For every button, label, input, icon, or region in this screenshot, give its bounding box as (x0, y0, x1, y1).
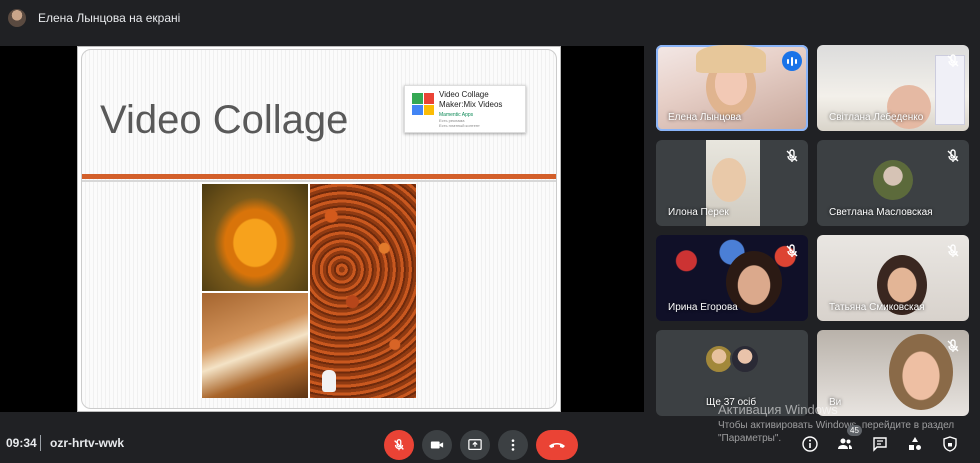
participant-name: Елена Лынцова (668, 112, 742, 123)
participant-tile-ilona[interactable]: Илона Перек (656, 140, 808, 226)
host-controls-button[interactable] (940, 434, 960, 454)
mic-off-icon (394, 439, 404, 451)
participants-count-badge: 45 (847, 425, 862, 436)
meeting-details-button[interactable] (800, 434, 820, 454)
participant-tile-svetlana-m[interactable]: Светлана Масловская (817, 140, 969, 226)
mic-toggle-button[interactable] (384, 430, 414, 460)
app-name: Video Collage Maker:Mix Videos (439, 90, 503, 109)
sneaker-image (322, 370, 336, 392)
slide-content: Video Collage Video Collage Maker:Mix Vi… (81, 49, 557, 409)
participant-name: Светлана Масловская (829, 207, 933, 218)
participant-tile-irina[interactable]: Ирина Егорова (656, 235, 808, 321)
book-leaf-photo (202, 293, 308, 398)
participant-name: Світлана Лебеденко (829, 112, 924, 123)
more-options-button[interactable] (498, 430, 528, 460)
participant-name: Ирина Егорова (668, 302, 738, 313)
present-screen-icon (468, 439, 482, 450)
divider (40, 435, 41, 451)
info-icon (802, 436, 818, 452)
people-icon (838, 438, 852, 449)
present-screen-button[interactable] (460, 430, 490, 460)
camera-toggle-button[interactable] (422, 430, 452, 460)
participant-name: Татьяна Смиковская (829, 302, 925, 313)
slide-title: Video Collage (100, 98, 349, 142)
hang-up-icon (549, 443, 565, 448)
participant-tile-elena[interactable]: Елена Лынцова (656, 45, 808, 131)
fallen-leaves-photo (310, 184, 416, 398)
more-participants-avatars (704, 344, 760, 374)
chat-button[interactable] (870, 434, 890, 454)
face (712, 158, 746, 202)
mic-off-icon (786, 244, 798, 257)
mic-off-icon (947, 149, 959, 162)
app-store-card: Video Collage Maker:Mix Videos Mamentic … (404, 85, 526, 133)
presenter-avatar (8, 9, 26, 27)
participant-avatar (873, 160, 913, 200)
hair (696, 45, 766, 73)
maple-leaf-photo (202, 184, 308, 291)
camera-icon (430, 441, 444, 449)
mic-off-icon (947, 339, 959, 352)
presentation-stage[interactable]: Video Collage Video Collage Maker:Mix Vi… (0, 46, 644, 412)
app-icon (412, 93, 434, 115)
participant-tile-svitlana-l[interactable]: Світлана Лебеденко (817, 45, 969, 131)
app-note-paid: Есть платный контент (439, 123, 480, 128)
mic-off-icon (947, 244, 959, 257)
presenting-status: Елена Лынцова на екрані (38, 11, 181, 25)
watermark-title: Активация Windows (718, 402, 838, 417)
top-bar: Елена Лынцова на екрані (0, 0, 980, 36)
shield-lock-icon (943, 436, 957, 452)
speaking-indicator-icon (782, 51, 802, 71)
people-button[interactable] (835, 434, 855, 454)
photo-collage (200, 182, 416, 398)
participant-avatar (730, 344, 760, 374)
participant-video (889, 334, 953, 410)
slide-title-bar (82, 174, 556, 179)
chat-icon (873, 437, 887, 452)
mic-off-icon (786, 149, 798, 162)
meeting-time: 09:34 (6, 436, 37, 450)
bottom-control-bar: 09:34 ozr-hrtv-wwk (0, 420, 980, 463)
meeting-code: ozr-hrtv-wwk (50, 436, 125, 450)
leave-call-button[interactable] (536, 430, 578, 460)
mic-off-icon (947, 54, 959, 67)
activities-icon (909, 437, 921, 450)
participant-name: Илона Перек (668, 207, 729, 218)
participant-tile-tatiana[interactable]: Татьяна Смиковская (817, 235, 969, 321)
activities-button[interactable] (905, 434, 925, 454)
shared-slide: Video Collage Video Collage Maker:Mix Vi… (77, 46, 561, 412)
more-vert-icon (511, 439, 515, 451)
